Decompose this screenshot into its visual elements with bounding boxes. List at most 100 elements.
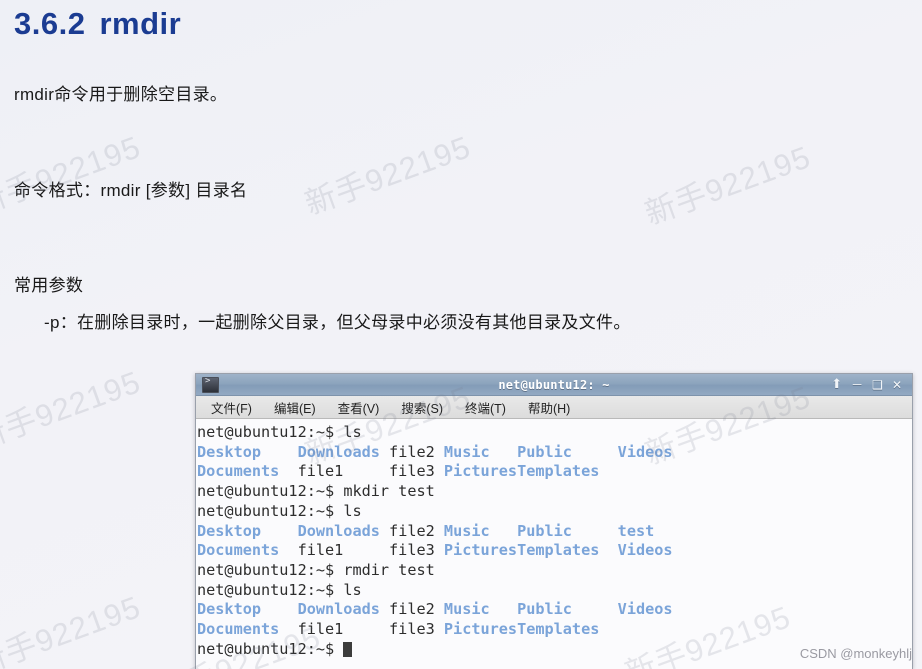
listing-directory: Videos (617, 442, 673, 461)
listing-gap (599, 541, 617, 559)
listing-gap (435, 620, 444, 638)
csdn-credit: CSDN @monkeyhlj (799, 646, 912, 661)
menu-item-3[interactable]: 查看(V) (327, 396, 391, 419)
listing-gap (279, 462, 297, 480)
listing-directory: Documents (197, 620, 280, 639)
listing-gap (572, 600, 618, 618)
listing-directory: Pictures (443, 462, 518, 481)
listing-gap (490, 443, 517, 461)
listing-gap (435, 522, 444, 540)
listing-gap (343, 541, 389, 559)
page-title: 3.6.2 rmdir (14, 6, 181, 42)
close-button[interactable]: ✕ (892, 379, 902, 391)
listing-directory: Downloads (297, 442, 380, 461)
param-p-description: -p：在删除目录时，一起删除父目录，但父母录中必须没有其他目录及文件。 (44, 313, 631, 332)
listing-gap (435, 541, 444, 559)
listing-gap (572, 522, 618, 540)
menu-item-6[interactable]: 帮助(H) (517, 396, 581, 419)
listing-directory: test (617, 521, 655, 540)
maximize-button[interactable]: ❑ (872, 379, 883, 391)
listing-directory: Pictures (443, 620, 518, 639)
terminal-listing-line: Desktop Downloads file2 Music Public tes… (197, 522, 912, 542)
listing-directory: Public (517, 442, 572, 461)
listing-gap (279, 541, 297, 559)
listing-directory: Music (443, 521, 490, 540)
heading-number: 3.6.2 (14, 6, 86, 41)
terminal-command-text: ls (343, 580, 362, 599)
listing-directory: Public (517, 521, 572, 540)
listing-directory: Templates (517, 541, 600, 560)
terminal-listing-line: Documents file1 file3 PicturesTemplates (197, 620, 912, 640)
shade-button[interactable]: ⬆ (831, 378, 842, 391)
terminal-prompt: net@ubuntu12:~$ (197, 482, 344, 501)
terminal-listing-line: Documents file1 file3 PicturesTemplates … (197, 541, 912, 561)
window-titlebar[interactable]: net@ubuntu12: ~ ⬆ － ❑ ✕ (196, 374, 912, 396)
terminal-command-text: rmdir test (343, 560, 435, 579)
listing-directory: Music (443, 442, 490, 461)
terminal-command-line: net@ubuntu12:~$ ls (197, 581, 912, 601)
terminal-command-line: net@ubuntu12:~$ ls (197, 423, 912, 443)
listing-directory: Music (443, 600, 490, 619)
listing-file: file3 (389, 462, 435, 481)
listing-directory: Documents (197, 462, 280, 481)
listing-file: file3 (389, 541, 435, 560)
intro-paragraph: rmdir命令用于删除空目录。 (14, 85, 228, 104)
listing-gap (435, 600, 444, 618)
listing-file: file2 (389, 442, 435, 461)
terminal-prompt: net@ubuntu12:~$ (197, 639, 344, 658)
listing-directory: Pictures (443, 541, 518, 560)
listing-gap (261, 522, 298, 540)
listing-directory: Desktop (197, 442, 262, 461)
terminal-output[interactable]: net@ubuntu12:~$ ls Desktop Downloads file… (196, 419, 912, 669)
listing-directory: Videos (617, 600, 673, 619)
menu-item-1[interactable]: 文件(F) (200, 396, 263, 419)
listing-file: file1 (297, 462, 344, 481)
listing-gap (490, 600, 517, 618)
terminal-prompt: net@ubuntu12:~$ (197, 423, 344, 441)
listing-directory: Templates (517, 462, 600, 481)
menu-item-4[interactable]: 搜索(S) (390, 396, 454, 419)
listing-directory: Videos (617, 541, 673, 560)
listing-directory: Templates (517, 620, 600, 639)
terminal-menubar[interactable]: 文件(F) 编辑(E) 查看(V) 搜索(S) 终端(T) 帮助(H) (196, 396, 912, 419)
listing-gap (279, 620, 297, 638)
terminal-listing-line: Documents file1 file3 PicturesTemplates (197, 462, 912, 482)
command-format-line: 命令格式：rmdir [参数] 目录名 (14, 181, 248, 200)
listing-file: file3 (389, 620, 435, 639)
listing-directory: Downloads (297, 521, 380, 540)
terminal-prompt: net@ubuntu12:~$ (197, 501, 344, 520)
common-params-heading: 常用参数 (14, 276, 84, 295)
listing-gap (343, 462, 389, 480)
listing-gap (380, 443, 389, 461)
listing-gap (435, 443, 444, 461)
listing-gap (572, 443, 618, 461)
listing-gap (261, 600, 298, 618)
minimize-button[interactable]: － (851, 379, 863, 391)
listing-file: file2 (389, 600, 435, 619)
listing-file: file2 (389, 521, 435, 540)
terminal-command-line: net@ubuntu12:~$ mkdir test (197, 482, 912, 502)
listing-file: file1 (297, 620, 344, 639)
listing-gap (343, 620, 389, 638)
window-controls: ⬆ － ❑ ✕ (831, 378, 908, 391)
listing-directory: Desktop (197, 521, 262, 540)
terminal-command-line: net@ubuntu12:~$ ls (197, 502, 912, 522)
listing-gap (435, 462, 444, 480)
terminal-command-text: ls (343, 501, 362, 520)
terminal-listing-line: Desktop Downloads file2 Music Public Vid… (197, 600, 912, 620)
listing-directory: Downloads (297, 600, 380, 619)
listing-directory: Desktop (197, 600, 262, 619)
listing-gap (490, 522, 517, 540)
heading-title: rmdir (99, 6, 182, 41)
terminal-prompt: net@ubuntu12:~$ (197, 560, 344, 579)
terminal-cursor (343, 641, 353, 657)
listing-gap (380, 522, 389, 540)
menu-item-5[interactable]: 终端(T) (454, 396, 517, 419)
window-title: net@ubuntu12: ~ (498, 377, 610, 392)
terminal-command-text: mkdir test (343, 482, 435, 501)
terminal-window[interactable]: net@ubuntu12: ~ ⬆ － ❑ ✕ 文件(F)编辑(E)查看(V)搜… (195, 373, 913, 669)
listing-gap (261, 443, 298, 461)
listing-file: file1 (297, 541, 344, 560)
menu-item-2[interactable]: 编辑(E) (263, 396, 327, 419)
listing-directory: Public (517, 600, 572, 619)
